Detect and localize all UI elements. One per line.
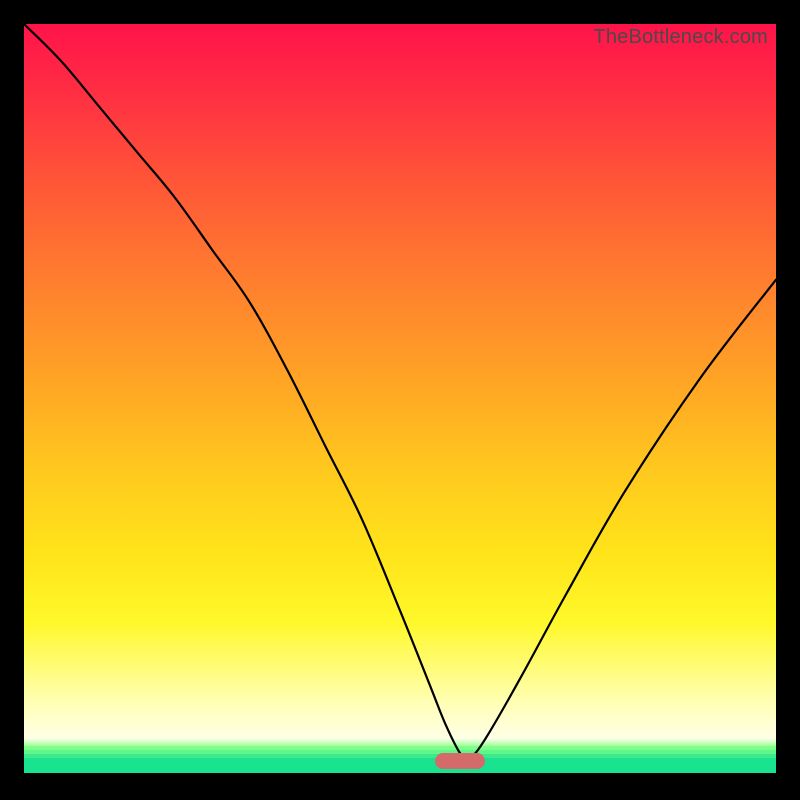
minimum-marker: [435, 753, 485, 769]
attribution-label: TheBottleneck.com: [593, 26, 768, 49]
bottleneck-curve: [24, 24, 776, 776]
plot-area: TheBottleneck.com: [24, 24, 776, 776]
chart-frame: TheBottleneck.com: [0, 0, 800, 800]
curve-path: [24, 24, 776, 758]
x-axis-baseline: [24, 773, 776, 776]
